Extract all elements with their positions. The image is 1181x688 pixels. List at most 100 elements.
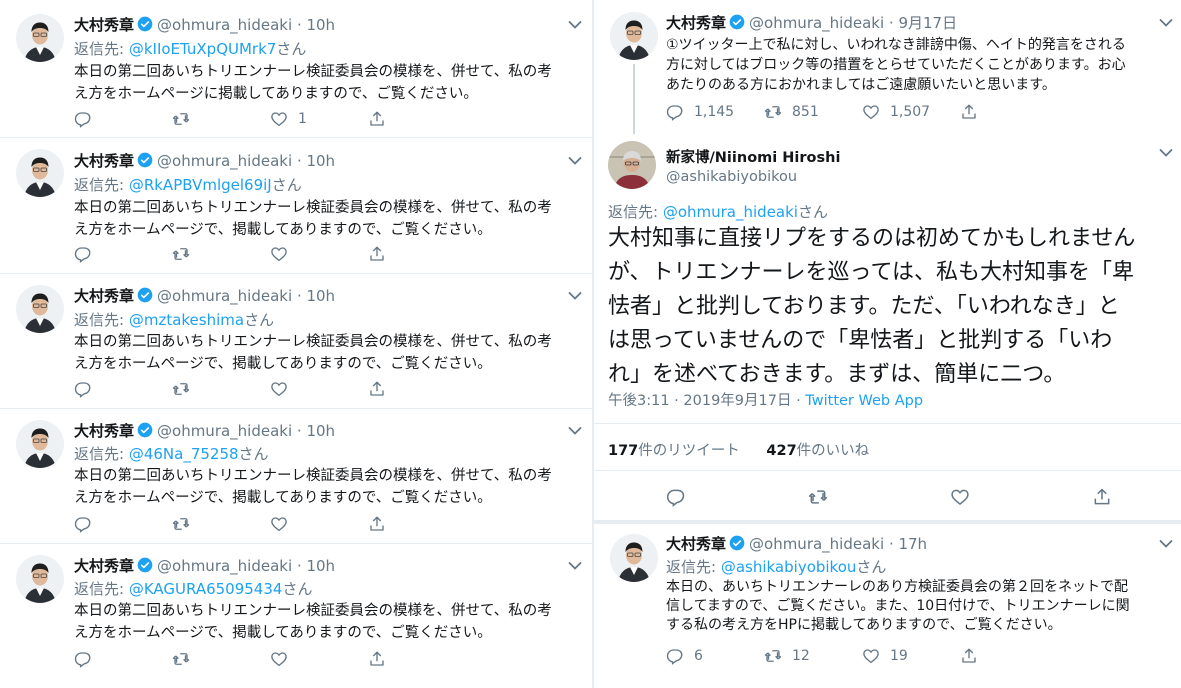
avatar[interactable]: [16, 420, 64, 468]
reply-button[interactable]: [74, 650, 172, 668]
tweet-actions: [74, 650, 466, 668]
share-button[interactable]: [368, 650, 466, 668]
timestamp[interactable]: · 10h: [297, 16, 335, 34]
tweet-text: 大村知事に直接リプをするのは初めてかもしれません が、トリエンナーレを巡っては、…: [608, 222, 1135, 392]
share-button[interactable]: [368, 380, 466, 398]
reply-button[interactable]: [74, 515, 172, 533]
author-handle[interactable]: @ohmura_hideaki: [157, 287, 292, 305]
author-handle[interactable]: @ohmura_hideaki: [157, 16, 292, 34]
reply-button[interactable]: 1,145: [666, 103, 764, 121]
tweet-card[interactable]: 大村秀章 @ohmura_hideaki · 10h 返信先: @kIIoETuX…: [0, 0, 592, 138]
reply-to-handle[interactable]: @ashikabiyobikou: [721, 558, 857, 576]
author-name[interactable]: 大村秀章: [74, 287, 134, 305]
author-handle[interactable]: @ohmura_hideaki: [749, 14, 884, 32]
retweet-button[interactable]: [172, 515, 270, 533]
chevron-down-icon[interactable]: [1159, 148, 1173, 158]
reply-button[interactable]: [74, 245, 172, 263]
avatar[interactable]: [610, 12, 658, 60]
like-stat[interactable]: 427件のいいね: [766, 443, 869, 459]
author-handle[interactable]: @ohmura_hideaki: [157, 422, 292, 440]
like-button[interactable]: [270, 515, 368, 533]
author-name[interactable]: 大村秀章: [74, 557, 134, 575]
tweet-line: 本日の第二回あいちトリエンナーレ検証委員会の模様を、併せて、私の考: [74, 200, 552, 216]
timestamp[interactable]: · 9月17日: [889, 14, 957, 32]
reply-button[interactable]: [74, 110, 172, 128]
avatar[interactable]: [608, 141, 656, 189]
avatar[interactable]: [610, 534, 658, 582]
retweet-button[interactable]: [172, 110, 270, 128]
chevron-down-icon[interactable]: [568, 20, 582, 30]
chevron-down-icon[interactable]: [1159, 539, 1173, 549]
share-icon: [960, 103, 978, 121]
author-name[interactable]: 大村秀章: [74, 16, 134, 34]
tweet-line: 本日の、あいちトリエンナーレのあり方検証委員会の第２回をネットで配: [666, 579, 1128, 595]
thread-connector: [633, 64, 635, 134]
timestamp[interactable]: · 17h: [889, 535, 927, 553]
share-button[interactable]: [368, 110, 466, 128]
reply-button[interactable]: [666, 487, 808, 507]
reply-to-handle[interactable]: @KAGURA65095434: [129, 580, 283, 598]
author-handle[interactable]: @ohmura_hideaki: [157, 152, 292, 170]
retweet-button[interactable]: [172, 245, 270, 263]
share-icon: [368, 650, 386, 668]
reply-to-handle[interactable]: @46Na_75258: [129, 445, 239, 463]
source-app-link[interactable]: Twitter Web App: [805, 393, 923, 409]
reply-to-handle[interactable]: @kIIoETuXpQUMrk7: [129, 40, 277, 58]
retweet-button[interactable]: 12: [764, 647, 862, 665]
reply-context: 返信先: @46Na_75258さん: [74, 443, 269, 464]
tweet-actions: [74, 380, 466, 398]
author-name[interactable]: 大村秀章: [666, 535, 726, 553]
share-button[interactable]: [960, 103, 1058, 121]
reply-to-handle[interactable]: @RkAPBVmlgel69iJ: [129, 176, 272, 194]
avatar[interactable]: [16, 149, 64, 197]
tweet-line: え方をホームページで、掲載してありますので、ご覧ください。: [74, 625, 492, 641]
tweet-card[interactable]: 大村秀章 @ohmura_hideaki · 10h 返信先: @mztakesh…: [0, 273, 592, 409]
like-button[interactable]: [950, 487, 1092, 507]
timestamp[interactable]: · 10h: [297, 557, 335, 575]
retweet-button[interactable]: 851: [764, 103, 862, 121]
share-button[interactable]: [368, 515, 466, 533]
like-button[interactable]: [270, 380, 368, 398]
chevron-down-icon[interactable]: [568, 291, 582, 301]
share-button[interactable]: [1092, 487, 1132, 507]
tweet-card[interactable]: 大村秀章 @ohmura_hideaki · 10h 返信先: @RkAPBVml…: [0, 137, 592, 274]
tweet-datetime[interactable]: 午後3:11 · 2019年9月17日 ·: [608, 393, 805, 409]
reply-to-handle[interactable]: @mztakeshima: [129, 311, 244, 329]
avatar[interactable]: [16, 14, 64, 62]
timestamp[interactable]: · 10h: [297, 287, 335, 305]
author-name[interactable]: 大村秀章: [74, 422, 134, 440]
tweet-card[interactable]: 大村秀章 @ohmura_hideaki · 10h 返信先: @KAGURA65…: [0, 543, 592, 688]
tweet-actions: [74, 245, 466, 263]
author-name[interactable]: 大村秀章: [74, 152, 134, 170]
chevron-down-icon[interactable]: [568, 426, 582, 436]
author-handle[interactable]: @ohmura_hideaki: [749, 535, 884, 553]
share-button[interactable]: [960, 647, 1058, 665]
reply-to-handle[interactable]: @ohmura_hideaki: [663, 203, 798, 221]
retweet-button[interactable]: [172, 380, 270, 398]
chevron-down-icon[interactable]: [568, 561, 582, 571]
avatar[interactable]: [16, 285, 64, 333]
retweet-button[interactable]: [808, 487, 950, 507]
retweet-stat[interactable]: 177件のリツイート: [608, 443, 740, 459]
timestamp[interactable]: · 10h: [297, 422, 335, 440]
like-button[interactable]: 19: [862, 647, 960, 665]
chevron-down-icon[interactable]: [1159, 18, 1173, 28]
reply-icon: [74, 380, 92, 398]
like-button[interactable]: [270, 245, 368, 263]
reply-button[interactable]: [74, 380, 172, 398]
retweet-button[interactable]: [172, 650, 270, 668]
author-handle[interactable]: @ashikabiyobikou: [666, 169, 840, 185]
avatar[interactable]: [16, 555, 64, 603]
timestamp[interactable]: · 10h: [297, 152, 335, 170]
like-button[interactable]: 1,507: [862, 103, 960, 121]
tweet-card[interactable]: 大村秀章 @ohmura_hideaki · 10h 返信先: @46Na_752…: [0, 408, 592, 544]
like-button[interactable]: [270, 650, 368, 668]
share-button[interactable]: [368, 245, 466, 263]
chevron-down-icon[interactable]: [568, 156, 582, 166]
tweet-actions: [666, 487, 1132, 507]
author-handle[interactable]: @ohmura_hideaki: [157, 557, 292, 575]
like-button[interactable]: 1: [270, 110, 368, 128]
reply-button[interactable]: 6: [666, 647, 764, 665]
author-name[interactable]: 大村秀章: [666, 14, 726, 32]
author-name[interactable]: 新家博/Niinomi Hiroshi: [666, 146, 840, 167]
